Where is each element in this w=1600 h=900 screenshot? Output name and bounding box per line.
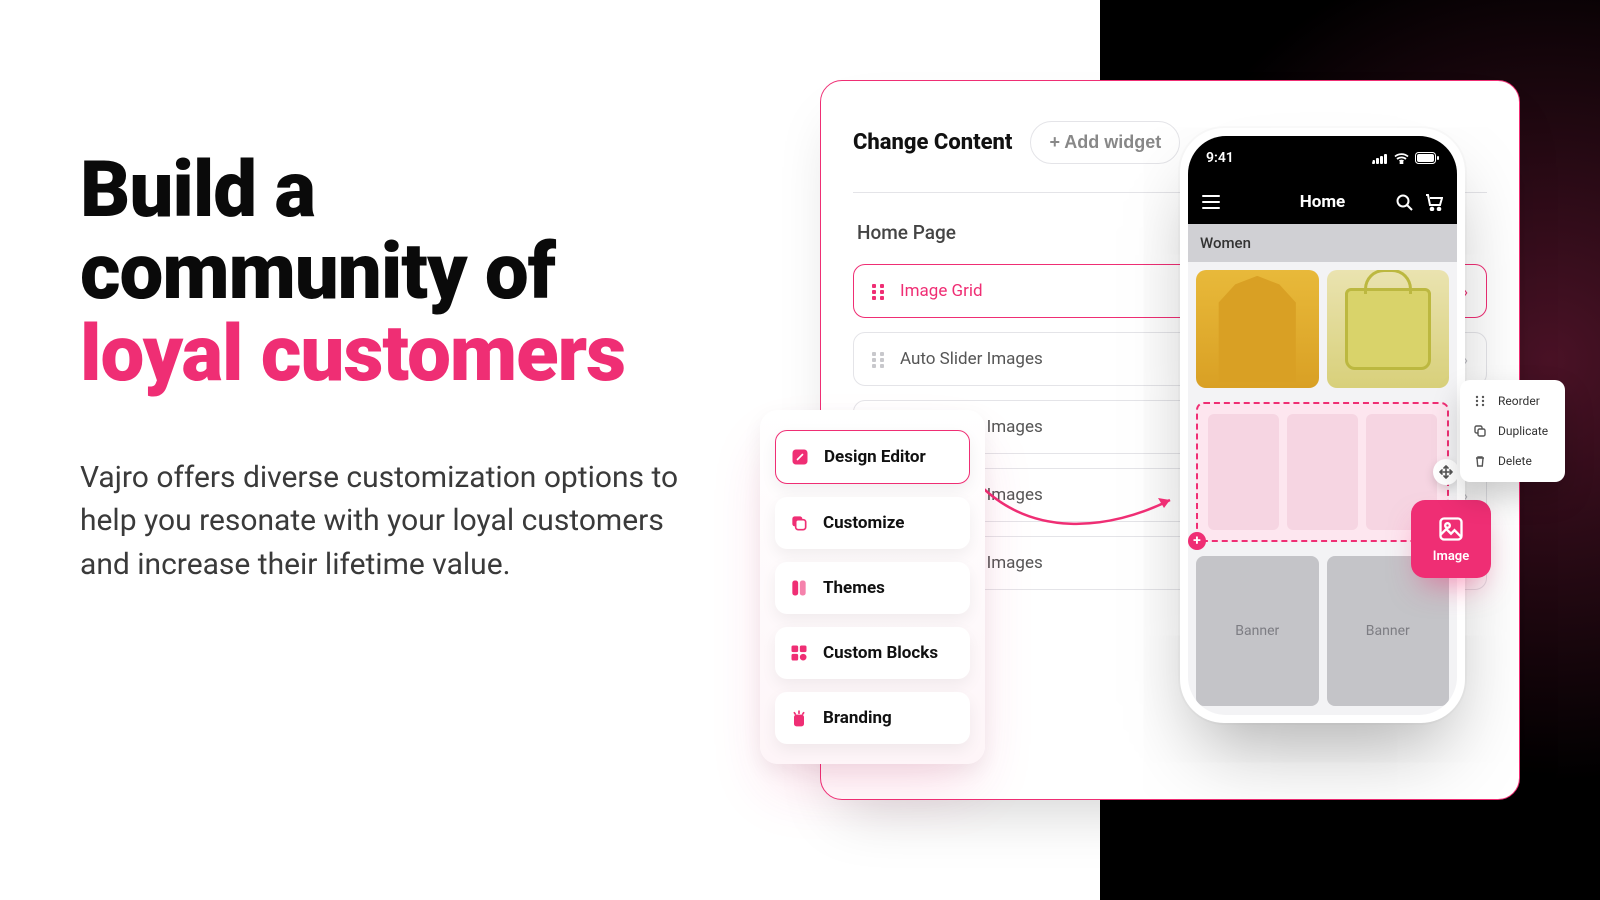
side-item-label: Themes — [823, 578, 885, 598]
image-widget-fab[interactable]: Image — [1411, 500, 1491, 578]
dropzone-slot — [1287, 414, 1358, 530]
app-title: Home — [1300, 192, 1346, 212]
grid-icon — [789, 643, 809, 663]
phone-app-bar: Home — [1188, 180, 1457, 224]
context-menu: Reorder Duplicate Delete — [1460, 380, 1565, 482]
ctx-item-label: Duplicate — [1498, 424, 1548, 438]
widget-item-label: Image Grid — [900, 281, 983, 301]
layers-icon — [789, 513, 809, 533]
side-item-custom-blocks[interactable]: Custom Blocks — [775, 627, 970, 679]
signal-icon — [1372, 153, 1388, 164]
status-indicators — [1372, 152, 1439, 164]
edit-square-icon — [790, 447, 810, 467]
status-time: 9:41 — [1206, 150, 1234, 166]
banner-placeholder[interactable]: Banner — [1196, 556, 1319, 706]
side-item-label: Custom Blocks — [823, 643, 938, 663]
move-handle[interactable] — [1433, 459, 1457, 485]
grip-icon — [1474, 395, 1488, 407]
ctx-item-duplicate[interactable]: Duplicate — [1460, 416, 1565, 446]
battery-icon — [1415, 152, 1439, 164]
hero-title-line1: Build a — [80, 145, 315, 236]
image-icon — [1437, 515, 1465, 543]
trash-icon — [1474, 455, 1488, 467]
hero-title-line2: community of — [80, 227, 555, 318]
wifi-icon — [1394, 153, 1409, 164]
side-item-label: Branding — [823, 708, 892, 728]
grip-icon — [872, 284, 886, 298]
hero-title: Build a community of loyal customers — [80, 150, 700, 396]
grip-icon — [872, 352, 886, 366]
side-item-themes[interactable]: Themes — [775, 562, 970, 614]
product-image-bag[interactable] — [1327, 270, 1450, 388]
phone-notch — [1273, 144, 1373, 172]
side-item-label: Design Editor — [824, 447, 926, 467]
menu-icon[interactable] — [1202, 195, 1220, 209]
add-slot-button[interactable]: + — [1188, 532, 1206, 550]
banner-placeholder[interactable]: Banner — [1327, 556, 1450, 706]
category-tab[interactable]: Women — [1188, 224, 1457, 262]
ctx-item-delete[interactable]: Delete — [1460, 446, 1565, 476]
side-item-customize[interactable]: Customize — [775, 497, 970, 549]
ctx-item-reorder[interactable]: Reorder — [1460, 386, 1565, 416]
add-widget-button[interactable]: + Add widget — [1030, 121, 1180, 164]
palette-icon — [789, 578, 809, 598]
panel-title: Change Content — [853, 130, 1012, 155]
side-item-design-editor[interactable]: Design Editor — [775, 430, 970, 484]
ctx-item-label: Reorder — [1498, 394, 1540, 408]
dropzone-slot — [1208, 414, 1279, 530]
product-row — [1188, 262, 1457, 396]
ctx-item-label: Delete — [1498, 454, 1532, 468]
hero-text: Build a community of loyal customers Vaj… — [80, 150, 700, 586]
search-icon[interactable] — [1396, 194, 1413, 211]
phone-mockup: 9:41 Home — [1180, 128, 1465, 723]
design-side-menu: Design Editor Customize Themes Custom Bl… — [760, 410, 985, 764]
side-item-branding[interactable]: Branding — [775, 692, 970, 744]
product-image-shirt[interactable] — [1196, 270, 1319, 388]
side-item-label: Customize — [823, 513, 904, 533]
brand-icon — [789, 708, 809, 728]
widget-item-label: Auto Slider Images — [900, 349, 1043, 369]
image-fab-label: Image — [1433, 549, 1469, 564]
copy-icon — [1474, 425, 1488, 437]
hero-title-accent: loyal customers — [80, 309, 625, 400]
cart-icon[interactable] — [1425, 194, 1443, 211]
hero-body: Vajro offers diverse customization optio… — [80, 456, 700, 587]
